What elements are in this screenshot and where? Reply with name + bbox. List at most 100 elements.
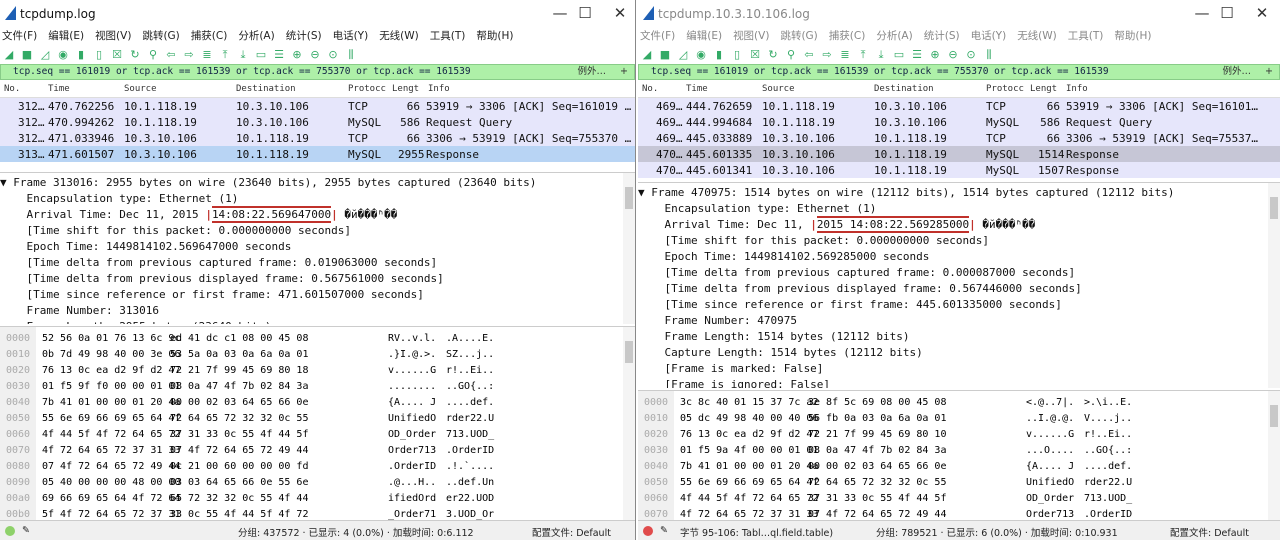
scroll-thumb[interactable] <box>625 187 633 209</box>
packet-row[interactable]: 469… 445.033889 10.3.10.106 10.1.118.19 TCP 6… <box>638 130 1280 146</box>
details-scrollbar[interactable] <box>1268 183 1280 388</box>
maximize-button[interactable]: ☐ <box>570 4 600 22</box>
menu-item[interactable]: 电话(Y) <box>969 28 1007 43</box>
column-header[interactable]: Time <box>48 84 70 94</box>
menu-item[interactable]: 无线(W) <box>1015 28 1057 43</box>
menu-item[interactable]: 跳转(G) <box>140 28 179 43</box>
detail-line[interactable]: Arrival Time: Dec 11, 2015 |14:08:22.569… <box>0 206 635 223</box>
filter-text[interactable]: tcp.seq == 161019 or tcp.ack == 161539 o… <box>651 66 1109 77</box>
last-icon[interactable]: ⤓ <box>875 49 887 61</box>
detail-line[interactable]: [Frame is marked: False] <box>638 361 1280 377</box>
detail-line[interactable]: [Time since reference or first frame: 47… <box>0 287 635 303</box>
hex-row[interactable]: 0080 07 4f 72 64 65 72 49 44 0c 21 00 60 0… <box>0 459 635 475</box>
find-icon[interactable]: ⚲ <box>785 49 797 61</box>
back-icon[interactable]: ⇦ <box>803 49 815 61</box>
options-icon[interactable]: ◉ <box>57 49 69 61</box>
detail-line[interactable]: Frame Number: 313016 <box>0 303 635 319</box>
hex-row[interactable]: 0040 7b 41 01 00 00 01 20 4a 00 00 02 03 6… <box>0 395 635 411</box>
detail-line[interactable]: ▼ Frame 313016: 2955 bytes on wire (2364… <box>0 175 635 191</box>
column-header[interactable]: Protocc <box>986 84 1024 94</box>
expert-info-icon[interactable] <box>643 526 653 536</box>
autoscroll-icon[interactable]: ▭ <box>893 49 905 61</box>
filter-text[interactable]: tcp.seq == 161019 or tcp.ack == 161539 o… <box>13 66 471 77</box>
packet-row[interactable]: 312… 471.033946 10.3.10.106 10.1.118.19 TCP 6… <box>0 130 635 146</box>
menu-item[interactable]: 视图(V) <box>731 28 769 43</box>
status-profile[interactable]: 配置文件: Default <box>1170 525 1249 539</box>
detail-line[interactable]: Frame Number: 470975 <box>638 313 1280 329</box>
restart-icon[interactable]: ◿ <box>677 49 689 61</box>
detail-line[interactable]: [Time shift for this packet: 0.000000000… <box>0 223 635 239</box>
add-filter-button[interactable]: + <box>1265 66 1273 77</box>
scroll-thumb[interactable] <box>1270 405 1278 427</box>
column-header[interactable]: Destination <box>236 84 296 94</box>
menu-item[interactable]: 文件(F) <box>0 28 37 43</box>
zoom-reset-icon[interactable]: ⊙ <box>327 49 339 61</box>
hex-row[interactable]: 0030 01 f5 9a 4f 00 00 01 01 08 0a 47 4f 7… <box>638 443 1280 459</box>
menu-item[interactable]: 帮助(H) <box>1112 28 1151 43</box>
menu-item[interactable]: 视图(V) <box>93 28 131 43</box>
column-header[interactable]: Info <box>1066 84 1088 94</box>
hex-row[interactable]: 0020 76 13 0c ea d2 9f d2 47 72 21 7f 99 4… <box>638 427 1280 443</box>
first-icon[interactable]: ⤒ <box>857 49 869 61</box>
menu-item[interactable]: 文件(F) <box>638 28 675 43</box>
hex-row[interactable]: 0040 7b 41 01 00 00 01 20 4a 00 00 02 03 6… <box>638 459 1280 475</box>
display-filter-input[interactable]: tcp.seq == 161019 or tcp.ack == 161539 o… <box>638 64 1280 80</box>
colorize-icon[interactable]: ☰ <box>911 49 923 61</box>
menu-item[interactable]: 工具(T) <box>428 28 466 43</box>
hex-row[interactable]: 0050 55 6e 69 66 69 65 64 4f 72 64 65 72 3… <box>638 475 1280 491</box>
bytes-scrollbar[interactable] <box>1268 391 1280 520</box>
column-header[interactable]: Info <box>428 84 450 94</box>
column-header[interactable]: Source <box>124 84 157 94</box>
detail-line[interactable]: [Time delta from previous displayed fram… <box>0 271 635 287</box>
scroll-thumb[interactable] <box>1270 197 1278 219</box>
hex-row[interactable]: 0060 4f 44 5f 4f 72 64 65 72 37 31 33 0c 5… <box>0 427 635 443</box>
zoom-out-icon[interactable]: ⊖ <box>309 49 321 61</box>
menu-item[interactable]: 工具(T) <box>1066 28 1104 43</box>
menu-item[interactable]: 捕获(C) <box>827 28 866 43</box>
stop-icon[interactable]: ■ <box>659 49 671 61</box>
options-icon[interactable]: ◉ <box>695 49 707 61</box>
close-button[interactable]: ✕ <box>1247 4 1277 22</box>
detail-line[interactable]: [Time delta from previous captured frame… <box>0 255 635 271</box>
detail-line[interactable]: [Frame is ignored: False] <box>638 377 1280 388</box>
hex-row[interactable]: 00a0 69 66 69 65 64 4f 72 64 65 72 32 32 0… <box>0 491 635 507</box>
packet-row[interactable]: 312… 470.994262 10.1.118.19 10.3.10.106 MySQ… <box>0 114 635 130</box>
menu-item[interactable]: 分析(A) <box>874 28 912 43</box>
menu-item[interactable]: 电话(Y) <box>331 28 369 43</box>
hex-row[interactable]: 0030 01 f5 9f f0 00 00 01 01 08 0a 47 4f 7… <box>0 379 635 395</box>
filter-exception-button[interactable]: 例外… <box>1223 66 1252 77</box>
hex-row[interactable]: 0050 55 6e 69 66 69 65 64 4f 72 64 65 72 3… <box>0 411 635 427</box>
detail-line[interactable]: [Time delta from previous captured frame… <box>638 265 1280 281</box>
goto-icon[interactable]: ≣ <box>839 49 851 61</box>
packet-row[interactable]: 470… 445.601335 10.3.10.106 10.1.118.19 MySQ… <box>638 146 1280 162</box>
details-scrollbar[interactable] <box>623 173 635 324</box>
packet-row[interactable]: 469… 444.994684 10.1.118.19 10.3.10.106 MySQ… <box>638 114 1280 130</box>
restart-icon[interactable]: ◿ <box>39 49 51 61</box>
resize-columns-icon[interactable]: ⫼ <box>983 49 995 61</box>
scroll-thumb[interactable] <box>625 341 633 363</box>
autoscroll-icon[interactable]: ▭ <box>255 49 267 61</box>
status-profile[interactable]: 配置文件: Default <box>532 525 611 539</box>
column-header[interactable]: No. <box>642 84 658 94</box>
forward-icon[interactable]: ⇨ <box>183 49 195 61</box>
zoom-out-icon[interactable]: ⊖ <box>947 49 959 61</box>
detail-line[interactable]: [Time delta from previous displayed fram… <box>638 281 1280 297</box>
detail-line[interactable]: ▼ Frame 470975: 1514 bytes on wire (1211… <box>638 185 1280 201</box>
menu-item[interactable]: 捕获(C) <box>189 28 228 43</box>
detail-line[interactable]: [Time shift for this packet: 0.000000000… <box>638 233 1280 249</box>
close-file-icon[interactable]: ☒ <box>749 49 761 61</box>
goto-icon[interactable]: ≣ <box>201 49 213 61</box>
detail-line[interactable]: Frame Length: 2955 bytes (23640 bits) <box>0 319 635 324</box>
hex-row[interactable]: 0010 05 dc 49 98 40 00 40 06 56 fb 0a 03 0… <box>638 411 1280 427</box>
display-filter-input[interactable]: tcp.seq == 161019 or tcp.ack == 161539 o… <box>0 64 635 80</box>
edit-comment-icon[interactable]: ✎ <box>660 525 668 536</box>
edit-comment-icon[interactable]: ✎ <box>22 525 30 536</box>
file-icon[interactable]: ▯ <box>93 49 105 61</box>
hex-row[interactable]: 0000 52 56 0a 01 76 13 6c 9c ed 41 dc c1 0… <box>0 331 635 347</box>
expert-info-icon[interactable] <box>5 526 15 536</box>
detail-line[interactable]: [Time since reference or first frame: 44… <box>638 297 1280 313</box>
menu-item[interactable]: 编辑(E) <box>46 28 84 43</box>
menu-item[interactable]: 编辑(E) <box>684 28 722 43</box>
column-header[interactable]: Lengt <box>392 84 419 94</box>
hex-row[interactable]: 0070 4f 72 64 65 72 37 31 33 07 4f 72 64 6… <box>0 443 635 459</box>
